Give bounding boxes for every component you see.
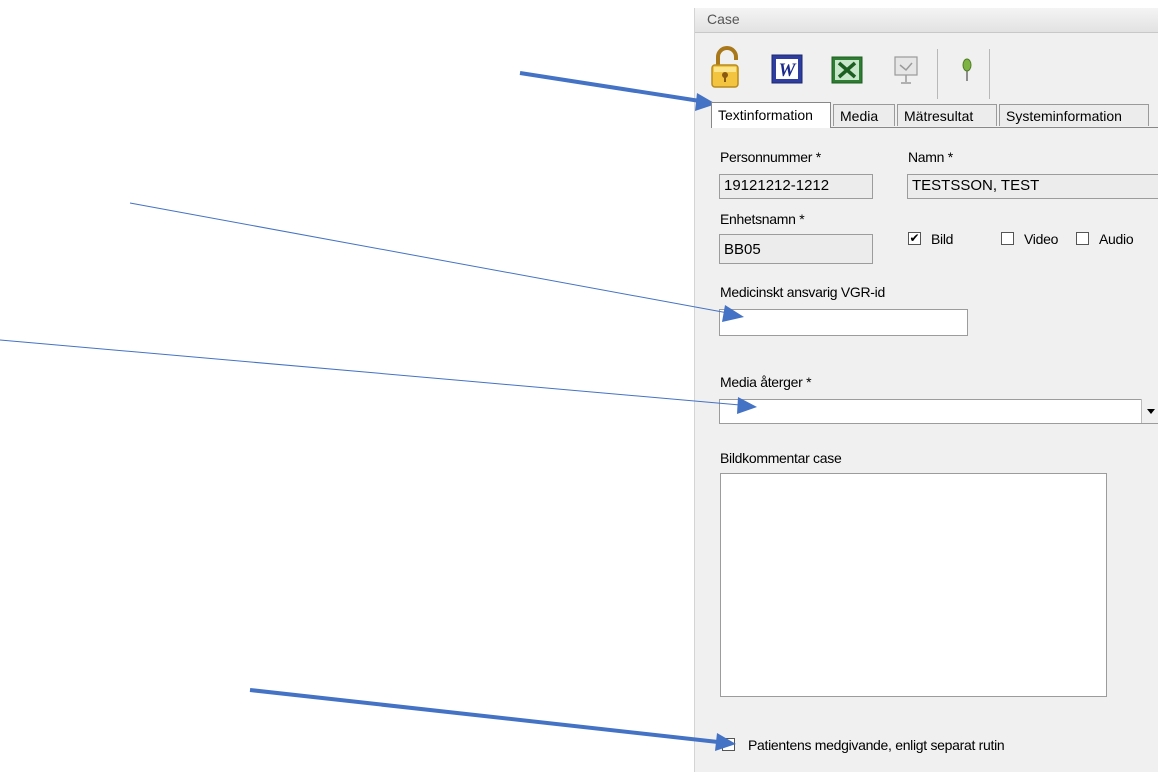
toolbar-separator — [937, 49, 938, 99]
chevron-down-icon[interactable] — [1141, 399, 1158, 423]
presentation-icon — [894, 56, 918, 84]
bildkommentar-label: Bildkommentar case — [720, 450, 842, 466]
tab-media[interactable]: Media — [833, 104, 895, 126]
presentation-button[interactable] — [889, 45, 927, 91]
toolbar-separator — [989, 49, 990, 99]
annotation-arrow — [129, 202, 729, 314]
excel-icon — [831, 56, 863, 84]
unlock-button[interactable] — [709, 45, 747, 91]
namn-label: Namn * — [908, 149, 953, 165]
patient-consent-checkbox[interactable] — [722, 738, 735, 751]
tab-strip: Textinformation Media Mätresultat System… — [711, 102, 1158, 128]
enhetsnamn-field[interactable]: BB05 — [719, 234, 873, 264]
tab-textinformation[interactable]: Textinformation — [711, 102, 831, 128]
personnummer-field[interactable]: 19121212-1212 — [719, 174, 873, 199]
svg-text:W: W — [779, 60, 797, 81]
tab-matresultat[interactable]: Mätresultat — [897, 104, 997, 126]
pin-button[interactable] — [949, 45, 987, 91]
panel-titlebar: Case — [695, 8, 1158, 33]
bildkommentar-textarea[interactable] — [720, 473, 1107, 697]
tab-systeminformation[interactable]: Systeminformation — [999, 104, 1149, 126]
medicinskt-ansvarig-label: Medicinskt ansvarig VGR-id — [720, 284, 885, 300]
medicinskt-ansvarig-input[interactable] — [719, 309, 968, 336]
media-atergar-select[interactable] — [719, 399, 1158, 424]
unlock-icon — [711, 46, 739, 88]
patient-consent-label: Patientens medgivande, enligt separat ru… — [748, 737, 1005, 753]
annotation-arrow — [519, 71, 701, 103]
pin-icon — [962, 58, 972, 81]
word-button[interactable]: W — [769, 45, 807, 91]
personnummer-label: Personnummer * — [720, 149, 821, 165]
media-atergar-label: Media återger * — [720, 374, 812, 390]
annotation-arrow — [0, 339, 741, 406]
enhetsnamn-label: Enhetsnamn * — [720, 211, 805, 227]
video-checkbox[interactable] — [1001, 232, 1014, 245]
audio-checkbox[interactable] — [1076, 232, 1089, 245]
video-label: Video — [1024, 231, 1059, 247]
word-icon: W — [771, 54, 803, 84]
panel-title: Case — [707, 11, 740, 27]
case-panel: Case W Textinformation Media Mätresultat… — [694, 8, 1158, 772]
bild-checkbox[interactable]: ✔ — [908, 232, 921, 245]
audio-label: Audio — [1099, 231, 1134, 247]
toolbar: W — [695, 33, 1158, 103]
namn-field[interactable]: TESTSSON, TEST — [907, 174, 1158, 199]
annotation-arrow — [249, 688, 719, 744]
excel-button[interactable] — [829, 45, 867, 91]
bild-label: Bild — [931, 231, 954, 247]
